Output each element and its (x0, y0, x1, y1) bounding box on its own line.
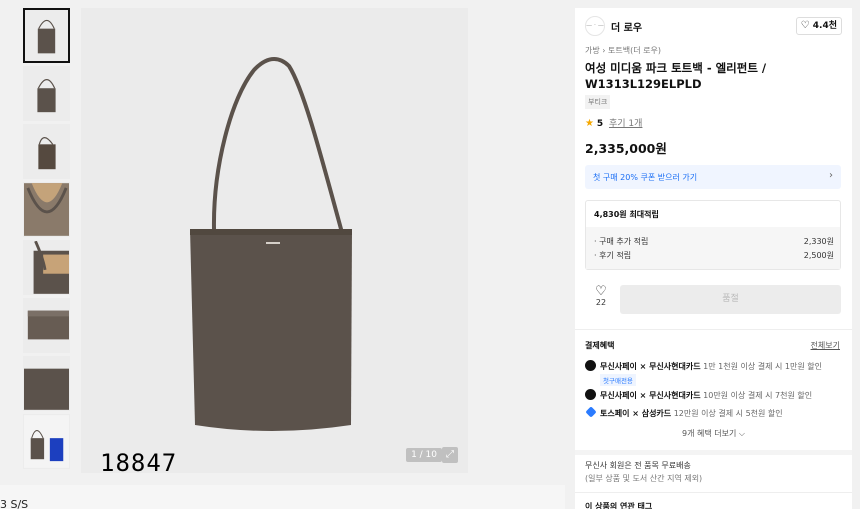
thumbnail-2[interactable] (23, 66, 70, 121)
sold-out-button[interactable]: 품절 (620, 285, 841, 314)
thumbnail-list (23, 8, 71, 472)
benefits-view-all[interactable]: 전체보기 (811, 340, 840, 351)
benefit-desc: 10만원 이상 결제 시 7천원 할인 (700, 391, 813, 400)
expand-icon[interactable]: ⤢ (442, 447, 458, 463)
thumbnail-4[interactable] (23, 182, 70, 237)
image-counter: 1 / 10 (406, 448, 442, 462)
points-details: · 구매 추가 적립 2,330원 · 후기 적립 2,500원 (586, 227, 840, 269)
purchase-actions: ♡ 22 품절 (585, 285, 842, 317)
brand-like-button[interactable]: ♡ 4.4천 (795, 17, 842, 35)
product-page: 1 / 10 ⤢ 18847 3 S/S — · — 더 로우 ♡ 4.4천 가… (0, 0, 860, 509)
thumbnail-3[interactable] (23, 124, 70, 179)
thumbnail-7[interactable] (23, 356, 70, 411)
bottom-strip (0, 485, 565, 509)
rating-score: 5 (596, 119, 604, 129)
points-box: 4,830원 최대적립 · 구매 추가 적립 2,330원 · 후기 적립 2,… (585, 200, 841, 270)
coupon-label: 첫 구매 20% 쿠폰 받으러 가기 (593, 173, 698, 182)
product-info-panel: — · — 더 로우 ♡ 4.4천 가방 › 토트백(더 로우) 여성 미디움 … (575, 8, 852, 509)
benefit-partner: 무신사페이 × 무신사현대카드 (600, 391, 701, 400)
brand-row: — · — 더 로우 ♡ 4.4천 (585, 16, 842, 38)
thumbnail-8[interactable] (23, 414, 70, 469)
price: 2,335,000원 (585, 141, 667, 156)
thumbnail-1[interactable] (23, 8, 70, 63)
wishlist-button[interactable]: ♡ 22 (591, 285, 611, 307)
benefit-partner: 무신사페이 × 무신사현대카드 (600, 362, 701, 371)
points-title: 4,830원 최대적립 (594, 210, 659, 219)
coupon-banner[interactable]: 첫 구매 20% 쿠폰 받으러 가기 › (585, 165, 841, 189)
star-icon: ★ (585, 118, 594, 129)
points-row-label: · 후기 적립 (594, 251, 632, 260)
product-title: 여성 미디움 파크 토트백 - 엘리펀트 / W1313L129ELPLD (585, 61, 767, 91)
toss-icon (585, 406, 597, 418)
more-benefits-button[interactable]: 9개 혜택 더보기 ⌵ (575, 428, 852, 439)
brand-name[interactable]: 더 로우 (611, 19, 642, 34)
benefit-partner: 토스페이 × 삼성카드 (600, 409, 672, 418)
thumbnail-5[interactable] (23, 240, 70, 295)
related-tags-title: 이 상품의 연관 태그 (585, 502, 653, 509)
season-text: 3 S/S (0, 498, 29, 509)
benefit-desc: 12만원 이상 결제 시 5천원 할인 (671, 409, 783, 418)
section-divider (575, 450, 852, 455)
rating: ★ 5 후기 1개 (585, 116, 642, 129)
boutique-tag: 부티크 (585, 95, 611, 109)
brand-like-count: 4.4천 (812, 21, 837, 31)
brand-logo[interactable]: — · — (585, 16, 605, 36)
tote-bag-image (190, 57, 352, 431)
thumbnail-6[interactable] (23, 298, 70, 353)
points-row: · 구매 추가 적립 2,330원 (594, 236, 834, 247)
card-icon (585, 389, 596, 400)
main-product-image[interactable]: 1 / 10 ⤢ (81, 8, 468, 473)
points-row: · 후기 적립 2,500원 (594, 250, 834, 261)
heart-icon: ♡ (800, 20, 810, 31)
chevron-right-icon: › (829, 170, 833, 181)
wishlist-count: 22 (595, 298, 607, 307)
points-row-label: · 구매 추가 적립 (594, 237, 649, 246)
benefit-badge: 첫구매전용 (600, 374, 636, 386)
shipping-note: (일부 상품 및 도서 산간 지역 제외) (585, 474, 703, 483)
review-link[interactable]: 후기 1개 (609, 119, 642, 129)
watermark-number: 18847 (100, 449, 178, 477)
benefits-title: 결제혜택 (585, 341, 615, 350)
points-row-value: 2,330원 (803, 237, 834, 246)
points-row-value: 2,500원 (803, 251, 834, 260)
benefit-desc: 1만 1천원 이상 결제 시 1만원 할인 (700, 362, 822, 371)
card-icon (585, 360, 596, 371)
divider (575, 492, 852, 493)
shipping-info: 무신사 회원은 전 품목 무료배송 (585, 461, 691, 470)
breadcrumb[interactable]: 가방 › 토트백(더 로우) (585, 45, 661, 56)
divider (575, 329, 852, 330)
heart-icon: ♡ (595, 284, 607, 299)
